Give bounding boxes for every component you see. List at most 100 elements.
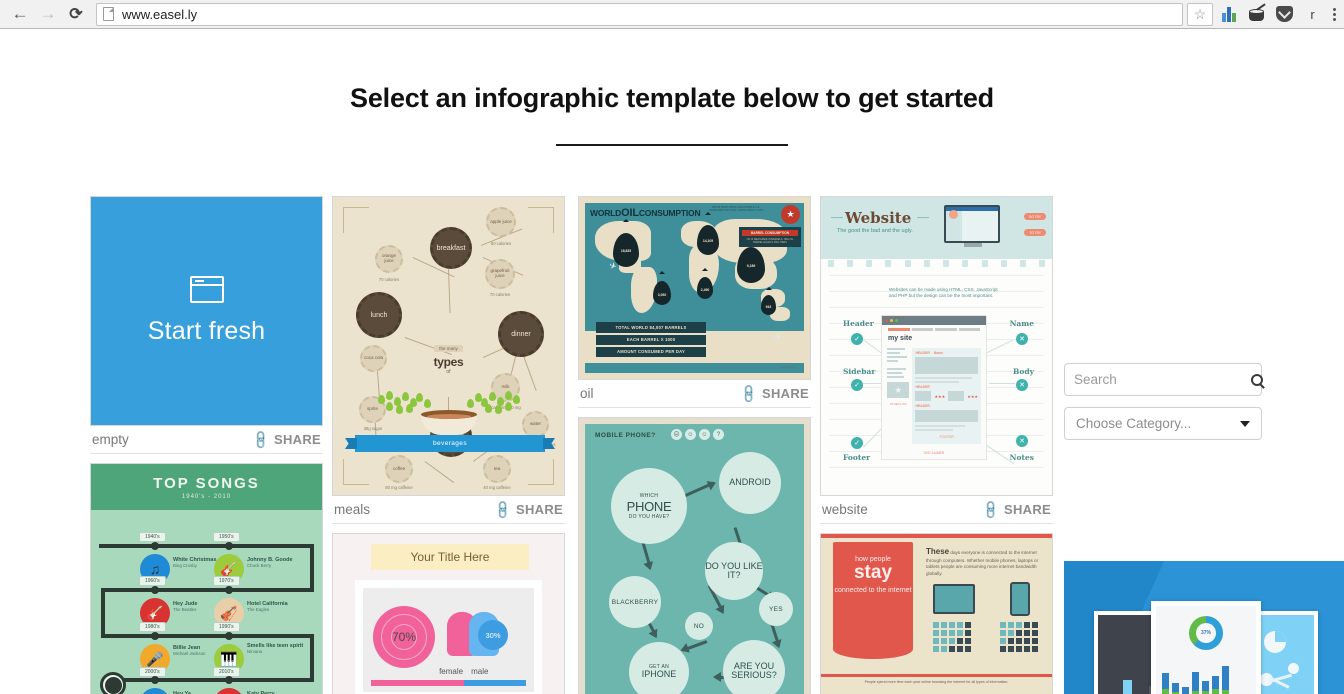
oil-drop: 2,490 — [697, 277, 713, 299]
chart-extension-icon[interactable] — [1219, 5, 1238, 24]
address-bar[interactable]: www.easel.ly — [96, 2, 1183, 26]
browser-menu-button[interactable] — [1331, 7, 1336, 21]
pill-badge: TO TRY — [1024, 229, 1046, 236]
website-thumbnail[interactable]: Website The good the bad and the ugly. G… — [820, 196, 1053, 496]
card-title: website — [822, 502, 868, 517]
template-card-website[interactable]: Website The good the bad and the ugly. G… — [820, 196, 1053, 524]
bubble-yes: YES — [759, 592, 793, 626]
share-button[interactable]: 🔗 SHARE — [738, 382, 809, 404]
oil-source: *resource here — [779, 366, 795, 369]
bar-chart — [1162, 658, 1229, 694]
forward-arrow-icon: → — [39, 4, 57, 23]
check-icon: ✓ — [851, 333, 863, 345]
meals-leaf-caption: 80 mg caffeine — [385, 485, 413, 490]
share-button[interactable]: 🔗 SHARE — [250, 428, 321, 450]
male-circle: 30% — [478, 620, 508, 650]
website-label-notes: Notes — [1009, 453, 1034, 462]
perforation-decoration — [821, 259, 1052, 268]
page-title: Select an infographic template below to … — [350, 83, 994, 113]
share-label: SHARE — [1003, 502, 1051, 517]
meals-leaf-caption: 40 mg caffeine — [483, 485, 511, 490]
female-circle: 70% — [373, 606, 435, 668]
template-card-oil[interactable]: ✈ ✈ 18,835 3,092 14,105 2,490 9,189 943 … — [578, 196, 811, 408]
bookmark-star-icon[interactable]: ☆ — [1187, 2, 1213, 26]
share-button[interactable]: 🔗 SHARE — [492, 498, 563, 520]
meals-node: lunch — [356, 292, 402, 338]
gender-thumbnail[interactable]: Your Title Here 70% 30% female male — [332, 533, 565, 694]
oil-thumbnail[interactable]: ✈ ✈ 18,835 3,092 14,105 2,490 9,189 943 … — [578, 196, 811, 380]
template-column-1: Start fresh empty 🔗 SHARE TOP SONGS 1940… — [90, 196, 323, 694]
template-card-social[interactable]: how people stay connected to the interne… — [820, 533, 1053, 694]
monitor-icon — [933, 584, 975, 614]
link-icon: 🔗 — [979, 498, 1002, 521]
card-title: empty — [92, 432, 129, 447]
bubble-which-phone: WHICH PHONE DO YOU HAVE? — [611, 468, 687, 544]
website-subtitle: The good the bad and the ugly. — [837, 228, 913, 234]
forward-button[interactable]: → — [34, 1, 62, 27]
meals-leaf-caption: 70 calories — [489, 292, 511, 297]
address-bar-url: www.easel.ly — [122, 6, 198, 22]
decade-label: 1940's — [139, 532, 166, 542]
social-thumbnail[interactable]: how people stay connected to the interne… — [820, 533, 1053, 694]
share-label: SHARE — [761, 386, 809, 401]
template-card-songs[interactable]: TOP SONGS 1940's - 2010 1940's 1950's ♫ … — [90, 463, 323, 694]
song-entry: Johnny B. Goode Chuck Berry — [247, 557, 293, 569]
meals-thumbnail[interactable]: breakfast lunch dinner wake up apple jui… — [332, 196, 565, 496]
drum-extension-icon[interactable] — [1247, 3, 1266, 24]
meals-leaf: coca cola — [360, 345, 387, 372]
search-icon[interactable] — [1251, 373, 1263, 386]
oil-note: FROM NOW UNTIL 2020 WORLD OIL CONSUMPTIO… — [708, 205, 764, 213]
reddit-extension-icon[interactable]: r — [1303, 5, 1322, 24]
website-label-name: Name — [1009, 319, 1034, 328]
site-name: my site — [888, 335, 913, 342]
website-label-header: Header — [843, 319, 874, 328]
oil-drop: 9,189 — [737, 247, 765, 283]
search-panel: Choose Category... — [1064, 363, 1263, 440]
reload-icon: ⟳ — [69, 6, 83, 23]
page-content: Select an infographic template below to … — [0, 29, 1344, 694]
gender-bar — [371, 680, 526, 686]
dot-matrix — [933, 622, 971, 652]
song-icon: 🎼 — [140, 688, 170, 694]
pocket-extension-icon[interactable] — [1275, 5, 1294, 24]
search-input[interactable] — [1074, 372, 1251, 387]
meals-center-text: the many types of — [433, 345, 464, 375]
meals-leaf-caption: 70 calories — [378, 277, 400, 282]
social-caption: People spend more time each year online … — [864, 680, 1009, 684]
promo-illustration: 37% — [1088, 601, 1320, 694]
browser-toolbar: ← → ⟳ www.easel.ly ☆ r — [0, 0, 1344, 29]
songs-thumbnail[interactable]: TOP SONGS 1940's - 2010 1940's 1950's ♫ … — [90, 463, 323, 694]
start-fresh-thumbnail[interactable]: Start fresh — [90, 196, 323, 426]
card-meta-website: website 🔗 SHARE — [820, 496, 1053, 524]
social-body-text: These days everyone is connected to the … — [926, 547, 1039, 576]
target-icon — [100, 672, 126, 694]
search-box[interactable] — [1064, 363, 1263, 396]
template-column-4: Website The good the bad and the ugly. G… — [820, 196, 1053, 694]
template-card-meals[interactable]: breakfast lunch dinner wake up apple jui… — [332, 196, 565, 524]
close-icon: ✕ — [1016, 379, 1028, 391]
bubble-serious: ARE YOU SERIOUS? — [723, 640, 785, 694]
template-card-mobile[interactable]: MOBILE PHONE? ☹ ☺ ☺? WHICH PHONE DO YOU … — [578, 417, 811, 694]
pill-badge: GO TRY — [1023, 213, 1046, 220]
oil-legend: BARREL CONSUMPTION OIL IS MEASURED IN BA… — [739, 227, 801, 248]
template-card-empty[interactable]: Start fresh empty 🔗 SHARE — [90, 196, 323, 454]
window-icon — [189, 276, 224, 303]
need-more-promo[interactable]: 37% Need more — [1064, 561, 1344, 694]
songs-subtitle: 1940's - 2010 — [181, 493, 232, 500]
bubble-no: NO — [685, 612, 713, 640]
songs-header: TOP SONGS 1940's - 2010 — [91, 464, 322, 510]
meals-node: breakfast — [430, 227, 472, 269]
card-title: oil — [580, 386, 594, 401]
category-select[interactable]: Choose Category... — [1064, 407, 1262, 440]
mobile-thumbnail[interactable]: MOBILE PHONE? ☹ ☺ ☺? WHICH PHONE DO YOU … — [578, 417, 811, 694]
song-entry: White Christmas Bing Crosby — [173, 557, 217, 569]
share-button[interactable]: 🔗 SHARE — [980, 498, 1051, 520]
back-button[interactable]: ← — [6, 1, 34, 27]
meals-leaf: orange juice — [375, 245, 403, 273]
meals-leaf: grapefruit juice — [485, 259, 515, 289]
decade-label: 1970's — [213, 576, 240, 586]
bubble-iphone: GET AN IPHONE — [629, 642, 689, 694]
template-card-gender[interactable]: Your Title Here 70% 30% female male — [332, 533, 565, 694]
reload-button[interactable]: ⟳ — [62, 1, 90, 27]
meals-leaf: tea — [483, 455, 511, 483]
